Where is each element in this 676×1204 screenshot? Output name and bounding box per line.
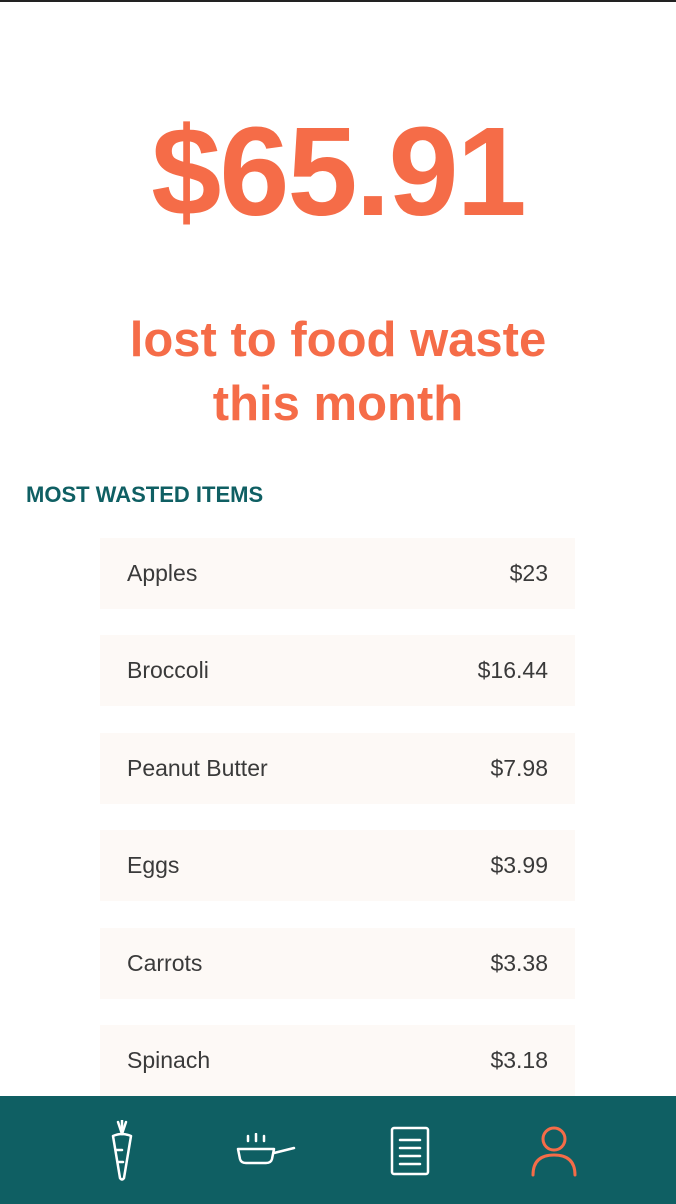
wasted-items-list: Apples $23 Broccoli $16.44 Peanut Butter… — [100, 538, 575, 1122]
screen: $65.91 lost to food waste this month MOS… — [0, 0, 676, 1204]
list-item[interactable]: Apples $23 — [100, 538, 575, 609]
item-name: Apples — [127, 560, 198, 586]
item-cost: $7.98 — [490, 754, 548, 781]
frying-pan-icon — [236, 1133, 296, 1165]
nav-list-button[interactable] — [370, 1111, 450, 1191]
wasted-amount: $65.91 — [151, 101, 526, 242]
section-title: MOST WASTED ITEMS — [26, 482, 264, 507]
wasted-caption: lost to food waste this month — [0, 308, 676, 436]
list-item[interactable]: Eggs $3.99 — [100, 830, 575, 902]
item-name: Peanut Butter — [127, 754, 268, 781]
nav-pantry-button[interactable] — [82, 1111, 162, 1191]
item-name: Carrots — [127, 949, 203, 976]
caption-line-1: lost to food waste — [129, 313, 547, 367]
item-name: Broccoli — [127, 657, 209, 684]
user-icon — [531, 1126, 577, 1177]
carrot-icon — [111, 1120, 133, 1181]
bottom-nav — [0, 1096, 676, 1204]
nav-profile-button[interactable] — [514, 1111, 594, 1191]
document-icon — [390, 1126, 430, 1176]
item-cost: $16.44 — [477, 657, 548, 684]
list-item[interactable]: Carrots $3.38 — [100, 927, 575, 999]
list-item[interactable]: Peanut Butter $7.98 — [100, 732, 575, 804]
item-cost: $3.18 — [490, 1046, 548, 1073]
item-cost: $23 — [509, 560, 548, 586]
item-name: Eggs — [127, 852, 180, 879]
item-cost: $3.99 — [490, 852, 548, 879]
list-item[interactable]: Spinach $3.18 — [100, 1024, 575, 1096]
nav-recipes-button[interactable] — [226, 1111, 306, 1191]
item-cost: $3.38 — [490, 949, 548, 976]
item-name: Spinach — [127, 1046, 211, 1073]
list-item[interactable]: Broccoli $16.44 — [100, 635, 575, 707]
caption-line-2: this month — [212, 377, 464, 431]
